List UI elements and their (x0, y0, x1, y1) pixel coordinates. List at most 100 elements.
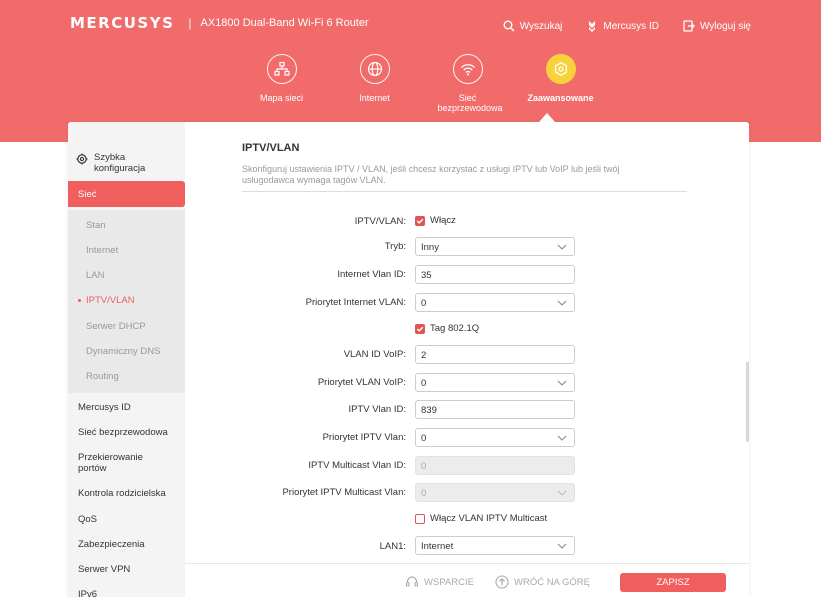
iptv-multicast-vlan-id-value: 0 (421, 461, 427, 472)
headset-icon (405, 576, 419, 587)
tag-8021q-label: Tag 802.1Q (430, 323, 480, 334)
chevron-down-icon (557, 543, 567, 549)
sidebar-item-port-forwarding[interactable]: Przekierowanie portów (78, 452, 158, 474)
voip-vlan-id-label: VLAN ID VoIP: (343, 349, 406, 360)
voip-vlan-id-value: 2 (421, 350, 427, 361)
brand: MERCUSYS | AX1800 Dual-Band Wi-Fi 6 Rout… (70, 14, 369, 32)
chevron-down-icon (557, 380, 567, 386)
sidebar-item-ipv6[interactable]: IPv6 (78, 589, 97, 597)
sidebar-item-vpn-server[interactable]: Serwer VPN (78, 564, 130, 575)
support-label: WSPARCIE (424, 576, 474, 588)
chevron-down-icon (557, 435, 567, 441)
save-button[interactable]: ZAPISZ (620, 573, 726, 592)
top-actions: Wyszukaj Mercusys ID Wyloguj się (503, 20, 751, 32)
sidebar-subitem-dynamic-dns[interactable]: Dynamiczny DNS (86, 346, 160, 357)
sidebar-item-security[interactable]: Zabezpieczenia (78, 539, 145, 550)
sidebar-item-parental-control[interactable]: Kontrola rodzicielska (78, 488, 166, 499)
search-label: Wyszukaj (519, 20, 563, 32)
iptv-vlan-id-input[interactable]: 839 (415, 400, 575, 419)
advanced-gear-icon (545, 54, 576, 84)
internet-vlan-priority-value: 0 (421, 298, 427, 309)
enable-multicast-vlan-checkbox[interactable]: Włącz VLAN IPTV Multicast (415, 513, 547, 524)
content-scrollbar[interactable] (746, 362, 749, 442)
internet-vlan-priority-select[interactable]: 0 (415, 293, 575, 312)
sidebar-quick-setup-label: Szybka konfiguracja (94, 152, 146, 174)
voip-vlan-id-input[interactable]: 2 (415, 345, 575, 364)
sidebar-subitem-internet[interactable]: Internet (86, 245, 118, 256)
page-description: Skonfiguruj ustawienia IPTV / VLAN, jeśl… (242, 164, 620, 185)
footer-bar: WSPARCIE WRÓĆ NA GÓRĘ ZAPISZ (185, 563, 749, 597)
support-link[interactable]: WSPARCIE (405, 575, 474, 589)
top-header: MERCUSYS | AX1800 Dual-Band Wi-Fi 6 Rout… (0, 0, 821, 142)
sidebar-item-qos[interactable]: QoS (78, 514, 97, 525)
logout-button[interactable]: Wyloguj się (683, 20, 751, 32)
voip-vlan-priority-label: Priorytet VLAN VoIP: (317, 377, 406, 388)
iptv-vlan-priority-value: 0 (421, 433, 427, 444)
nav-advanced[interactable]: Zaawansowane (514, 54, 607, 113)
lan1-value: Internet (421, 541, 454, 552)
voip-vlan-priority-select[interactable]: 0 (415, 373, 575, 392)
iptv-vlan-priority-label: Priorytet IPTV Vlan: (322, 432, 406, 443)
internet-vlan-id-label: Internet Vlan ID: (337, 269, 406, 280)
nav-advanced-label: Zaawansowane (527, 93, 594, 103)
main-nav: Mapa sieci Internet Sieć bezprzewodowa Z… (235, 54, 607, 113)
internet-vlan-id-input[interactable]: 35 (415, 265, 575, 284)
mercusys-id-icon (589, 21, 596, 32)
iptv-multicast-vlan-id-input: 0 (415, 456, 575, 475)
sidebar-subitem-iptv-vlan[interactable]: IPTV/VLAN (78, 295, 135, 306)
active-nav-pointer (539, 113, 555, 122)
voip-vlan-priority-value: 0 (421, 378, 427, 389)
sidebar-subitem-routing[interactable]: Routing (86, 371, 119, 382)
nav-network-map[interactable]: Mapa sieci (235, 54, 328, 113)
enable-multicast-vlan-label: Włącz VLAN IPTV Multicast (430, 513, 548, 524)
sidebar-item-quick-setup[interactable]: Szybka konfiguracja (76, 152, 154, 174)
logout-label: Wyloguj się (699, 20, 751, 32)
nav-network-map-label: Mapa sieci (259, 93, 304, 103)
internet-vlan-priority-label: Priorytet Internet VLAN: (305, 297, 406, 308)
sidebar-item-mercusys-id[interactable]: Mercusys ID (78, 402, 131, 413)
iptv-multicast-vlan-id-label: IPTV Multicast Vlan ID: (308, 460, 406, 471)
sidebar-subitem-dhcp-server[interactable]: Serwer DHCP (86, 321, 146, 332)
network-map-icon (266, 54, 297, 84)
nav-wireless-label: Sieć bezprzewodowa (437, 93, 503, 113)
mode-value: Inny (421, 242, 439, 253)
iptv-vlan-enable-label: Włącz (430, 215, 456, 226)
iptv-vlan-label: IPTV/VLAN: (354, 216, 406, 227)
quick-setup-gear-icon (76, 153, 88, 165)
lan1-select[interactable]: Internet (415, 536, 575, 555)
nav-wireless[interactable]: Sieć bezprzewodowa (421, 54, 514, 113)
chevron-down-icon (557, 300, 567, 306)
iptv-multicast-vlan-priority-label: Priorytet IPTV Multicast Vlan: (282, 487, 406, 498)
mode-label: Tryb: (384, 241, 406, 252)
back-to-top-link[interactable]: WRÓĆ NA GÓRĘ (495, 575, 590, 589)
mode-select[interactable]: Inny (415, 237, 575, 256)
logout-icon (683, 20, 695, 32)
sidebar-item-network[interactable]: Sieć (68, 181, 185, 207)
iptv-multicast-vlan-priority-select: 0 (415, 483, 575, 502)
settings-card: Szybka konfiguracja Sieć Stan Internet L… (68, 122, 749, 597)
search-button[interactable]: Wyszukaj (503, 20, 563, 32)
iptv-vlan-id-value: 839 (421, 405, 437, 416)
internet-vlan-id-value: 35 (421, 270, 432, 281)
iptv-vlan-priority-select[interactable]: 0 (415, 428, 575, 447)
chevron-down-icon (557, 244, 567, 250)
router-model: AX1800 Dual-Band Wi-Fi 6 Router (200, 17, 369, 29)
mercusys-id-button[interactable]: Mercusys ID (586, 20, 659, 32)
wifi-icon (452, 54, 483, 84)
mercusys-logo: MERCUSYS (70, 14, 175, 32)
checkbox-checked-icon (415, 323, 425, 334)
page-title: IPTV/VLAN (242, 142, 300, 154)
lan1-label: LAN1: (379, 541, 406, 552)
nav-internet[interactable]: Internet (328, 54, 421, 113)
iptv-vlan-panel: IPTV/VLAN Skonfiguruj ustawienia IPTV / … (185, 122, 749, 597)
iptv-vlan-enable-checkbox[interactable]: Włącz (415, 215, 456, 226)
sidebar-network-submenu: Stan Internet LAN IPTV/VLAN Serwer DHCP … (68, 210, 185, 393)
back-to-top-label: WRÓĆ NA GÓRĘ (514, 576, 591, 588)
tag-8021q-checkbox[interactable]: Tag 802.1Q (415, 323, 479, 334)
sidebar-item-wireless[interactable]: Sieć bezprzewodowa (78, 427, 168, 438)
sidebar: Szybka konfiguracja Sieć Stan Internet L… (68, 122, 185, 597)
sidebar-subitem-status[interactable]: Stan (86, 220, 106, 231)
globe-icon (359, 54, 390, 84)
sidebar-subitem-lan[interactable]: LAN (86, 270, 104, 281)
brand-separator: | (188, 16, 192, 30)
